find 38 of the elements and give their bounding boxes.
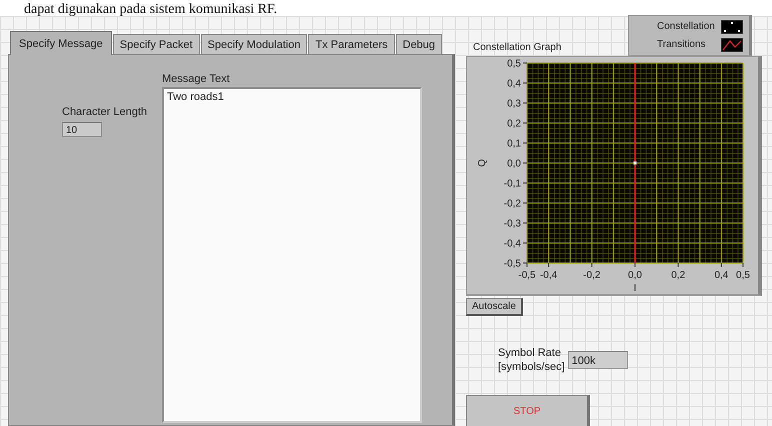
tick-label: 0,0	[628, 270, 642, 281]
tick-label: 0,2	[507, 118, 521, 130]
tick-label: -0,4	[504, 238, 521, 250]
legend-label: Constellation	[657, 21, 715, 32]
tab[interactable]: Tx Parameters	[308, 34, 395, 54]
field-label: Symbol Rate [symbols/sec]	[498, 346, 565, 374]
tick-label: 0,5	[507, 58, 521, 70]
tick-label: 0,4	[714, 270, 728, 281]
tab[interactable]: Specify Modulation	[200, 34, 308, 54]
document-text: dapat digunakan pada sistem komunikasi RF.	[24, 2, 278, 16]
tick-label: 0,5	[736, 270, 750, 281]
tab[interactable]: Debug	[396, 34, 442, 54]
tab[interactable]: Specify Message	[10, 31, 112, 55]
points-swatch-icon	[721, 20, 743, 34]
tick-label: -0,1	[504, 178, 521, 190]
tick-label: 0,2	[671, 270, 686, 281]
autoscale-button[interactable]: Autoscale	[466, 298, 523, 316]
message-text-area[interactable]: Two roads1	[162, 87, 422, 423]
tick-label: 0,1	[507, 138, 521, 150]
field-label: Message Text	[162, 73, 230, 85]
symbol-rate-field[interactable]: 100k	[568, 351, 628, 369]
tick-label: -0,5	[518, 270, 536, 281]
axis-label: I	[634, 283, 636, 294]
tick-label: -0,2	[583, 270, 600, 281]
tab[interactable]: Specify Packet	[112, 34, 200, 54]
tick-label: -0,5	[504, 258, 521, 270]
tick-label: -0,2	[504, 198, 521, 210]
graph-title: Constellation Graph	[473, 42, 562, 53]
field-label: Character Length	[62, 106, 147, 118]
tick-label: 0,3	[507, 98, 521, 110]
legend-label: Transitions	[657, 39, 706, 50]
character-length-field[interactable]: 10	[62, 122, 102, 137]
line-swatch-icon	[721, 38, 743, 52]
tick-label: -0,3	[504, 218, 521, 230]
tick-label: -0,4	[540, 270, 558, 281]
tick-label: 0,4	[507, 78, 521, 90]
tick-label: 0,0	[507, 158, 521, 170]
axis-label: Q	[477, 159, 488, 167]
